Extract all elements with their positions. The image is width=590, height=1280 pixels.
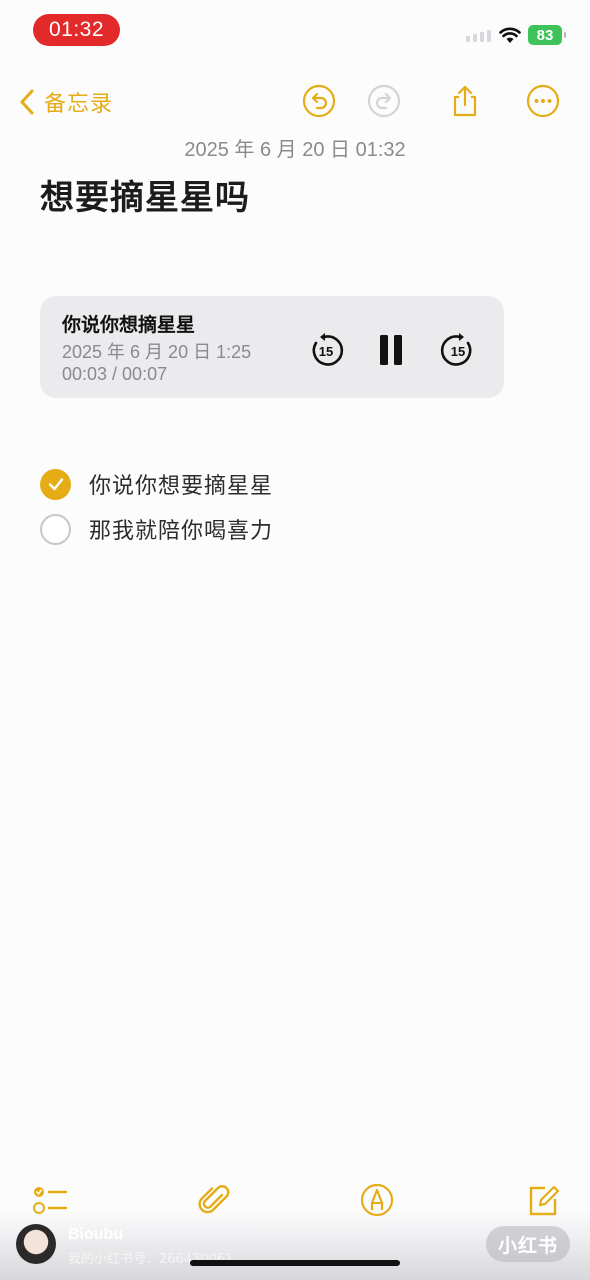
watermark-username: Bioubu — [68, 1226, 124, 1243]
skip-forward-label: 15 — [451, 344, 465, 359]
status-time: 01:32 — [33, 14, 120, 46]
back-button[interactable]: 备忘录 — [18, 86, 113, 118]
checklist-item[interactable]: 那我就陪你喝喜力 — [40, 513, 273, 545]
audio-recorded-date: 2025 年 6 月 20 日 1:25 — [62, 342, 252, 362]
redo-icon — [367, 84, 401, 118]
note-title[interactable]: 想要摘星星吗 — [40, 170, 250, 219]
pause-button[interactable] — [373, 332, 409, 368]
checkbox-checked[interactable] — [40, 468, 71, 500]
audio-title: 你说你想摘星星 — [62, 314, 196, 336]
cellular-signal-icon — [466, 30, 491, 42]
watermark-logo: 小红书 — [486, 1226, 570, 1262]
checklist-item-text[interactable]: 你说你想要摘星星 — [89, 468, 273, 500]
share-icon — [453, 85, 477, 117]
avatar — [16, 1224, 56, 1264]
audio-recording-card[interactable]: 你说你想摘星星 2025 年 6 月 20 日 1:25 00:03 / 00:… — [40, 296, 504, 398]
skip-back-button[interactable]: 15 — [308, 332, 344, 368]
wifi-icon — [499, 27, 521, 43]
share-button[interactable] — [448, 84, 482, 118]
more-icon — [526, 84, 560, 118]
checklist-item-text[interactable]: 那我就陪你喝喜力 — [89, 513, 273, 545]
undo-icon — [302, 84, 336, 118]
more-button[interactable] — [526, 84, 560, 118]
pause-icon — [380, 335, 402, 365]
audio-progress-time: 00:03 / 00:07 — [62, 364, 168, 384]
checkbox-unchecked[interactable] — [40, 513, 71, 545]
redo-button[interactable] — [367, 84, 401, 118]
skip-forward-button[interactable]: 15 — [440, 332, 476, 368]
battery-indicator: 83 — [528, 25, 566, 45]
skip-forward-15-icon: 15 — [440, 333, 472, 366]
back-label: 备忘录 — [44, 92, 114, 117]
note-date: 2025 年 6 月 20 日 01:32 — [184, 139, 406, 161]
checkmark-icon — [48, 478, 63, 491]
chevron-left-icon — [20, 89, 34, 115]
skip-back-label: 15 — [319, 344, 333, 359]
skip-back-15-icon: 15 — [312, 333, 344, 366]
checklist-item[interactable]: 你说你想要摘星星 — [40, 468, 273, 500]
undo-button[interactable] — [302, 84, 336, 118]
home-indicator[interactable] — [190, 1260, 400, 1266]
